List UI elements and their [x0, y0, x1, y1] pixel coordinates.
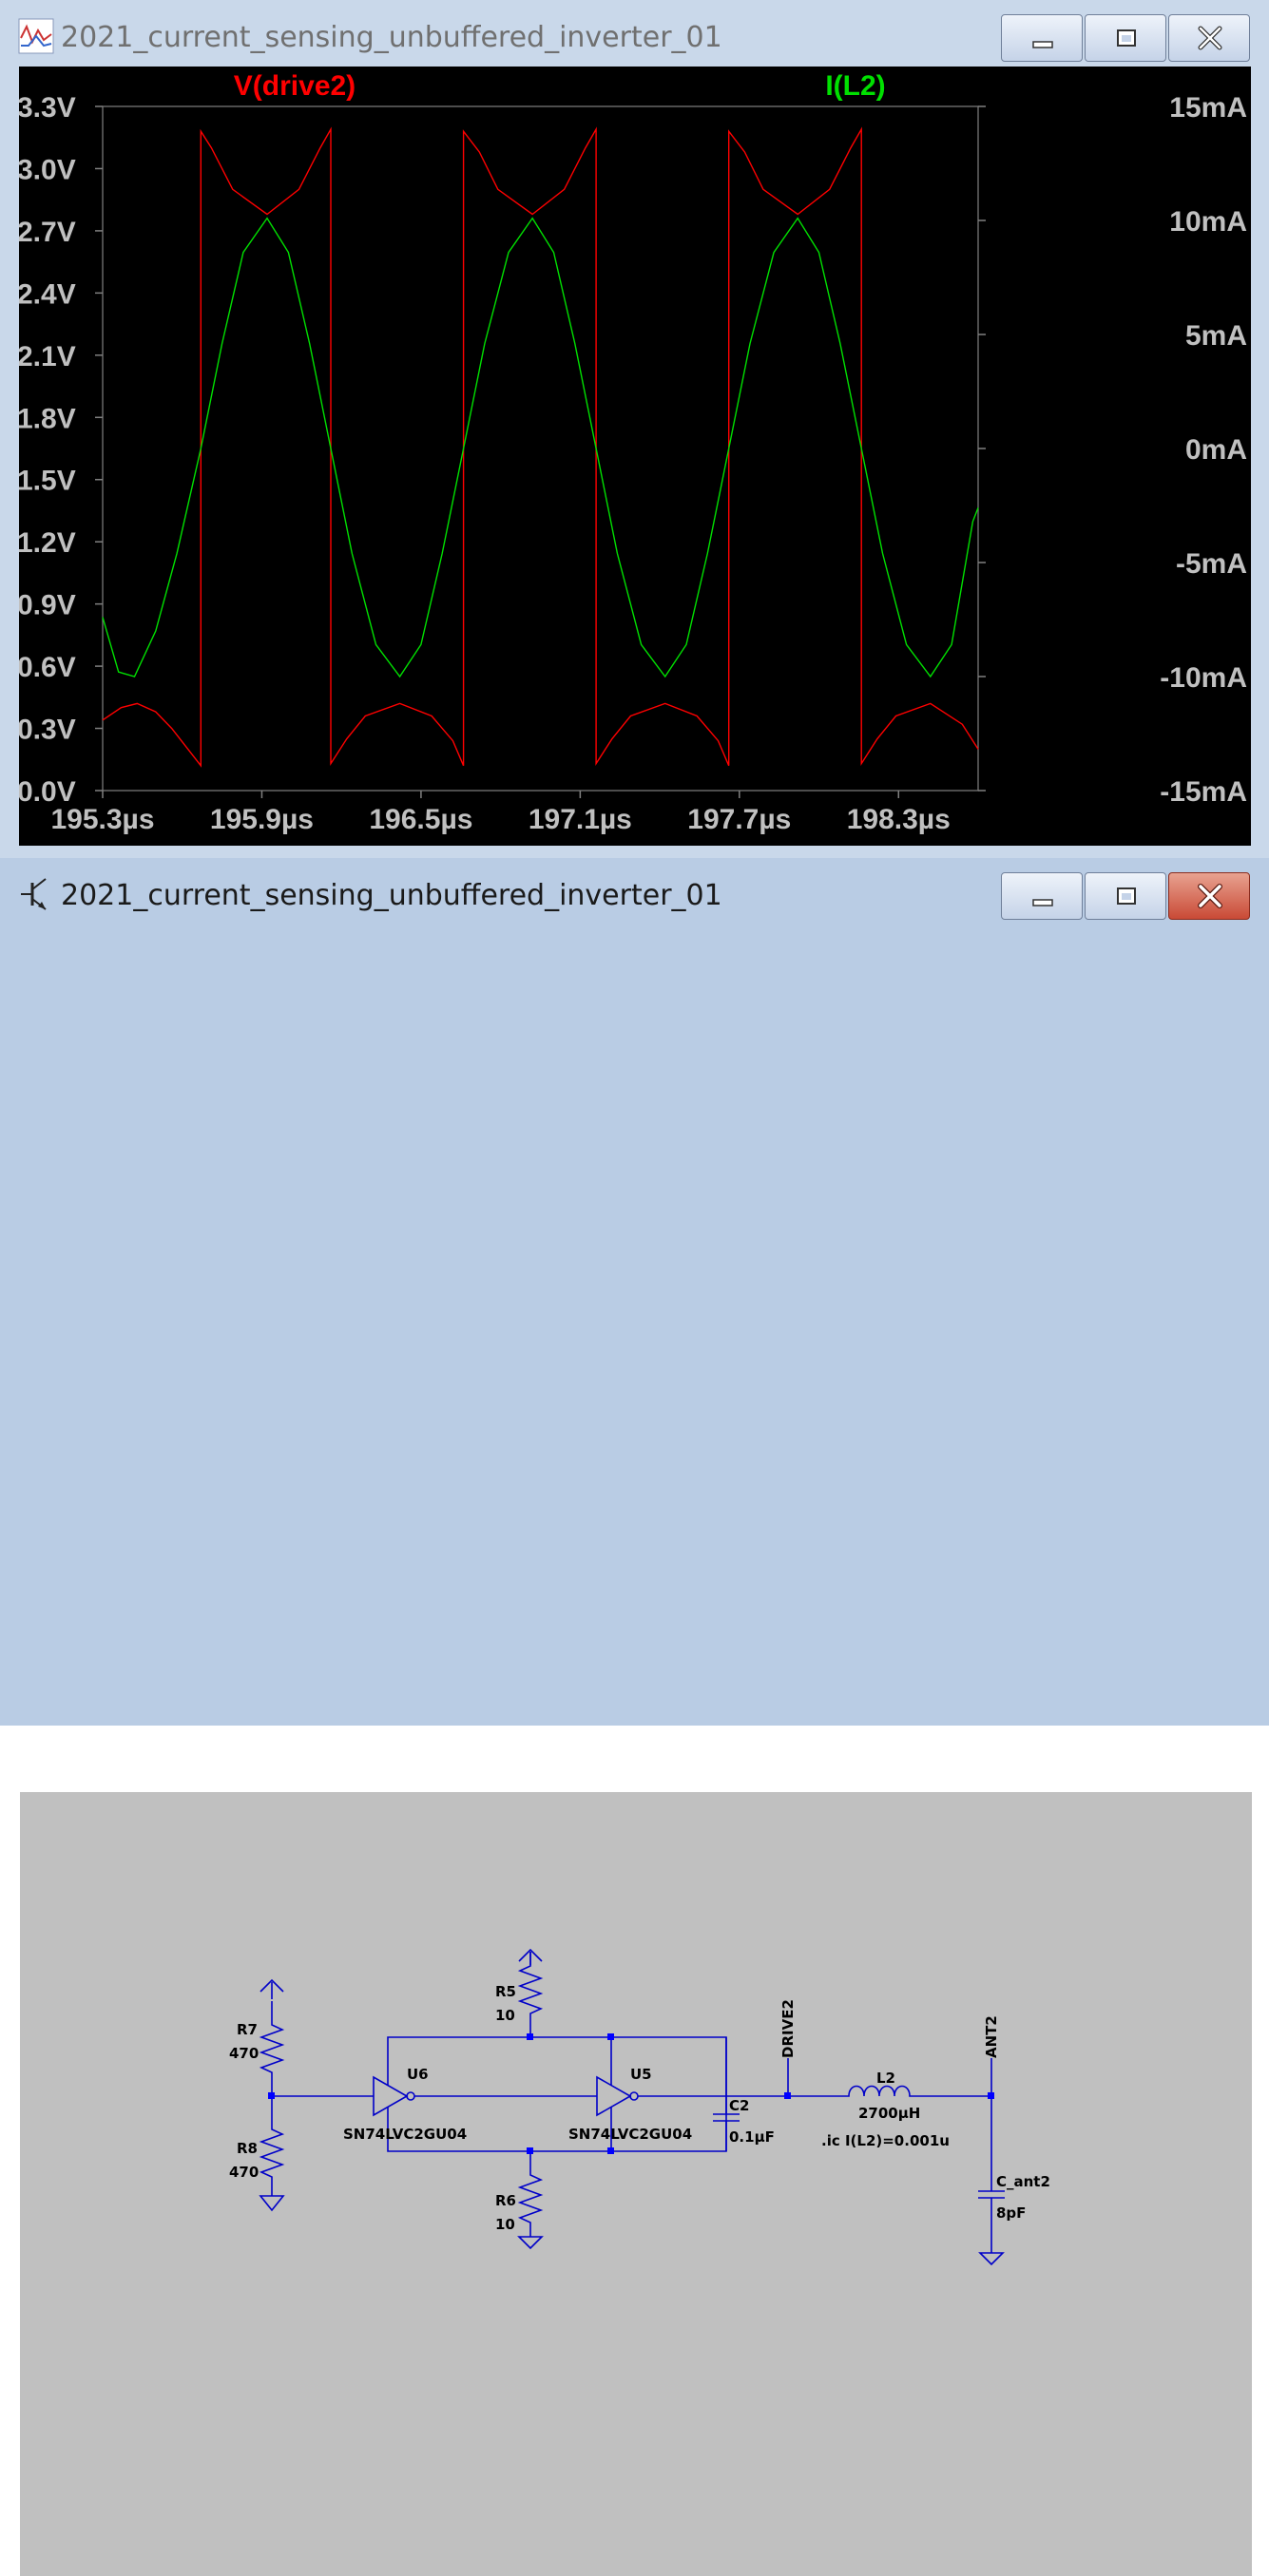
junction — [988, 2092, 994, 2099]
y-left-tick-label: 3.3V — [19, 92, 76, 124]
schematic-window: 2021_current_sensing_unbuffered_inverter… — [0, 858, 1269, 2576]
inverter-u5[interactable] — [596, 2075, 639, 2117]
waveform-plot[interactable]: 195.3µs 195.9µs 196.5µs 197.1µs 197.7µs 198.3… — [19, 67, 1251, 846]
u6-part: SN74LVC2GU04 — [343, 2126, 467, 2143]
waveform-chart: 195.3µs 195.9µs 196.5µs 197.1µs 197.7µs 198.3… — [19, 70, 1247, 835]
series-line-v-drive2 — [102, 126, 979, 768]
r7-name: R7 — [237, 2021, 258, 2038]
maximize-button[interactable] — [1085, 872, 1166, 920]
drive2-net-label: DRIVE2 — [779, 1999, 797, 2058]
c-ant2-name: C_ant2 — [996, 2173, 1050, 2190]
x-tick-label: 195.9µs — [210, 804, 314, 835]
series-line-i-l2 — [102, 217, 979, 678]
plot-window-titlebar[interactable]: 2021_current_sensing_unbuffered_inverter… — [0, 0, 1269, 67]
junction — [607, 2147, 614, 2154]
resistor-r8[interactable] — [259, 2096, 285, 2212]
y-right-tick-label: -15mA — [1160, 776, 1247, 808]
maximize-icon — [1117, 29, 1136, 47]
u6-name: U6 — [407, 2066, 429, 2083]
inductor-l2[interactable] — [788, 2085, 991, 2097]
y-left-tick-label: 2.1V — [19, 341, 76, 372]
x-tick-label: 195.3µs — [50, 804, 154, 835]
y-right-tick-label: 0mA — [1185, 434, 1247, 466]
close-button[interactable] — [1168, 14, 1250, 62]
minimize-button[interactable] — [1001, 14, 1083, 62]
y-right-tick-label: 5mA — [1185, 320, 1247, 352]
close-icon — [1198, 884, 1222, 908]
window-title: 2021_current_sensing_unbuffered_inverter… — [61, 879, 722, 912]
maximize-icon — [1117, 887, 1136, 905]
x-tick-label: 197.7µs — [687, 804, 791, 835]
plot-window: 2021_current_sensing_unbuffered_inverter… — [0, 0, 1269, 858]
x-tick-label: 197.1µs — [529, 804, 632, 835]
y-left-tick-label: 0.0V — [19, 776, 76, 808]
waveform-icon — [18, 18, 54, 54]
y-left-tick-label: 2.7V — [19, 217, 76, 248]
legend-entry[interactable]: I(L2) — [825, 70, 885, 102]
legend-entry[interactable]: V(drive2) — [234, 70, 356, 102]
maximize-button[interactable] — [1085, 14, 1166, 62]
y-right-tick-label: -10mA — [1160, 662, 1247, 694]
x-tick-label: 198.3µs — [847, 804, 951, 835]
resistor-r5[interactable] — [517, 1948, 544, 2037]
y-left-tick-label: 0.3V — [19, 715, 76, 746]
schematic-window-titlebar[interactable]: 2021_current_sensing_unbuffered_inverter… — [0, 858, 1269, 925]
c-ant2-value: 8pF — [996, 2204, 1026, 2222]
transistor-icon — [21, 878, 47, 910]
y-right-tick-label: 15mA — [1169, 92, 1247, 124]
y-left-tick-label: 1.8V — [19, 403, 76, 434]
resistor-r6[interactable] — [517, 2151, 544, 2250]
r7-value: 470 — [229, 2045, 259, 2062]
c2-name: C2 — [729, 2097, 749, 2114]
resistor-r7[interactable] — [259, 1978, 285, 2096]
u5-name: U5 — [630, 2066, 652, 2083]
u5-part: SN74LVC2GU04 — [568, 2126, 692, 2143]
y-left-tick-label: 0.6V — [19, 652, 76, 683]
r5-name: R5 — [495, 1983, 516, 2000]
x-tick-label: 196.5µs — [369, 804, 472, 835]
close-button[interactable] — [1168, 872, 1250, 920]
c2-value: 0.1µF — [729, 2128, 775, 2146]
l2-name: L2 — [876, 2070, 895, 2087]
r6-value: 10 — [495, 2216, 515, 2233]
window-title: 2021_current_sensing_unbuffered_inverter… — [61, 21, 722, 54]
minimize-icon — [1032, 41, 1053, 48]
inverter-u6[interactable] — [373, 2075, 415, 2117]
y-left-tick-label: 2.4V — [19, 278, 76, 310]
junction — [527, 2033, 533, 2040]
junction — [607, 2033, 614, 2040]
schematic-canvas[interactable]: R7 470 R8 470 R5 10 R6 10 U6 SN74LVC2GU0… — [19, 1792, 1252, 2576]
r5-value: 10 — [495, 2007, 515, 2024]
junction — [268, 2092, 275, 2099]
r8-value: 470 — [229, 2164, 259, 2181]
y-left-tick-label: 0.9V — [19, 590, 76, 621]
y-left-tick-label: 3.0V — [19, 154, 76, 185]
junction — [527, 2147, 533, 2154]
close-icon — [1198, 26, 1222, 50]
r8-name: R8 — [237, 2140, 258, 2157]
ic-directive[interactable]: .ic I(L2)=0.001u — [821, 2132, 950, 2149]
plot-frame — [102, 105, 979, 792]
junction — [784, 2092, 791, 2099]
ant2-net-label: ANT2 — [983, 2015, 1000, 2058]
y-left-tick-label: 1.2V — [19, 527, 76, 559]
y-right-tick-label: -5mA — [1176, 548, 1247, 580]
r6-name: R6 — [495, 2192, 516, 2209]
l2-value: 2700µH — [858, 2105, 920, 2122]
schematic-drawing: R7 470 R8 470 R5 10 R6 10 U6 SN74LVC2GU0… — [229, 1948, 1050, 2266]
y-left-tick-label: 1.5V — [19, 466, 76, 497]
minimize-button[interactable] — [1001, 872, 1083, 920]
minimize-icon — [1032, 899, 1053, 906]
y-right-tick-label: 10mA — [1169, 206, 1247, 238]
